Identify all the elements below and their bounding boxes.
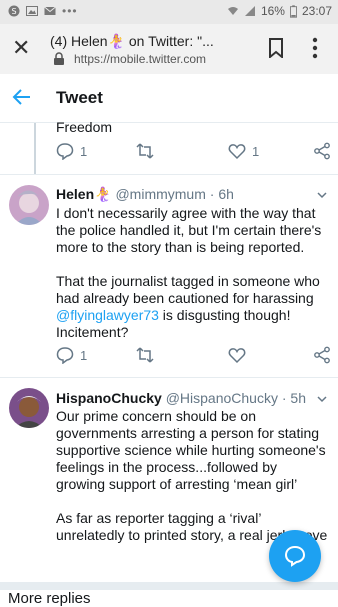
tweet-time[interactable]: · 5h <box>282 390 306 406</box>
chevron-down-icon[interactable] <box>316 393 328 405</box>
share-icon <box>314 142 330 160</box>
tweet-header: Tweet <box>0 74 338 123</box>
user-handle[interactable]: @mimmymum <box>115 186 205 202</box>
lock-icon <box>54 52 64 65</box>
retweet-icon <box>136 347 154 363</box>
tweet-snippet: Freedom <box>56 119 113 135</box>
like-button[interactable]: 1 <box>228 142 259 160</box>
share-button[interactable] <box>313 346 331 364</box>
mail-icon <box>44 6 56 15</box>
tweet-time[interactable]: · 6h <box>210 186 234 202</box>
reply-button[interactable]: 1 <box>56 142 87 160</box>
helen-avatar-image <box>9 185 49 225</box>
heart-icon <box>228 348 246 364</box>
avatar[interactable] <box>9 388 49 428</box>
header-title: Tweet <box>56 88 103 107</box>
user-name[interactable]: HispanoChucky <box>56 390 162 406</box>
tweet-actions: 1 <box>56 346 332 366</box>
wifi-icon <box>227 7 238 15</box>
close-icon[interactable]: ✕ <box>12 37 30 59</box>
compose-reply-icon <box>284 545 306 567</box>
bookmark-icon[interactable] <box>268 38 284 58</box>
url-text[interactable]: https://mobile.twitter.com <box>74 52 206 66</box>
chevron-down-icon[interactable] <box>316 189 328 201</box>
retweet-button[interactable] <box>136 346 154 364</box>
reply-icon <box>56 347 74 364</box>
tweet-paragraph: I don't necessarily agree with the way t… <box>56 205 322 255</box>
reply-button[interactable]: 1 <box>56 346 87 364</box>
tweet-divider <box>0 174 338 175</box>
tweet-actions: 1 1 <box>56 142 332 162</box>
tweet-text: I don't necessarily agree with the way t… <box>56 205 328 358</box>
share-button[interactable] <box>313 142 331 160</box>
more-notifications-icon: ••• <box>62 4 78 18</box>
overflow-menu-icon[interactable] <box>312 36 318 60</box>
hispanochucky-avatar-image <box>9 388 49 428</box>
compose-button[interactable] <box>269 530 321 582</box>
svg-text:S: S <box>11 7 16 16</box>
tweet-divider <box>0 377 338 378</box>
tweet-header-line: HispanoChucky @HispanoChucky · 5h <box>56 390 306 406</box>
retweet-icon <box>136 143 154 159</box>
mention-link[interactable]: @flyinglawyer73 <box>56 307 159 323</box>
back-arrow-icon[interactable] <box>12 87 32 107</box>
avatar[interactable] <box>9 185 49 225</box>
tweet-paragraph: That the journalist tagged in someone wh… <box>56 273 320 340</box>
gallery-icon <box>26 6 38 16</box>
status-bar: S ••• 16% 23:07 <box>0 0 338 24</box>
more-replies-link[interactable]: More replies <box>8 590 91 607</box>
user-handle[interactable]: @HispanoChucky <box>166 390 278 406</box>
signal-icon <box>244 6 255 16</box>
clock: 23:07 <box>301 4 332 18</box>
battery-icon <box>289 4 297 18</box>
share-icon <box>314 346 330 364</box>
thread-line <box>34 123 36 175</box>
like-button[interactable] <box>228 346 246 364</box>
page-title: (4) Helen🧜‍♀️ on Twitter: "... <box>50 33 214 49</box>
tweet-header-line: Helen🧜‍♀️ @mimmymum · 6h <box>56 186 234 203</box>
user-name[interactable]: Helen🧜‍♀️ <box>56 186 112 202</box>
browser-toolbar: ✕ (4) Helen🧜‍♀️ on Twitter: "... https:/… <box>0 24 338 75</box>
tweet-paragraph: Our prime concern should be on governmen… <box>56 408 326 492</box>
section-separator <box>0 582 338 590</box>
battery-percent: 16% <box>260 4 285 18</box>
notification-s-icon: S <box>8 5 20 17</box>
reply-icon <box>56 143 74 160</box>
heart-icon <box>228 144 246 160</box>
retweet-button[interactable] <box>136 142 154 160</box>
